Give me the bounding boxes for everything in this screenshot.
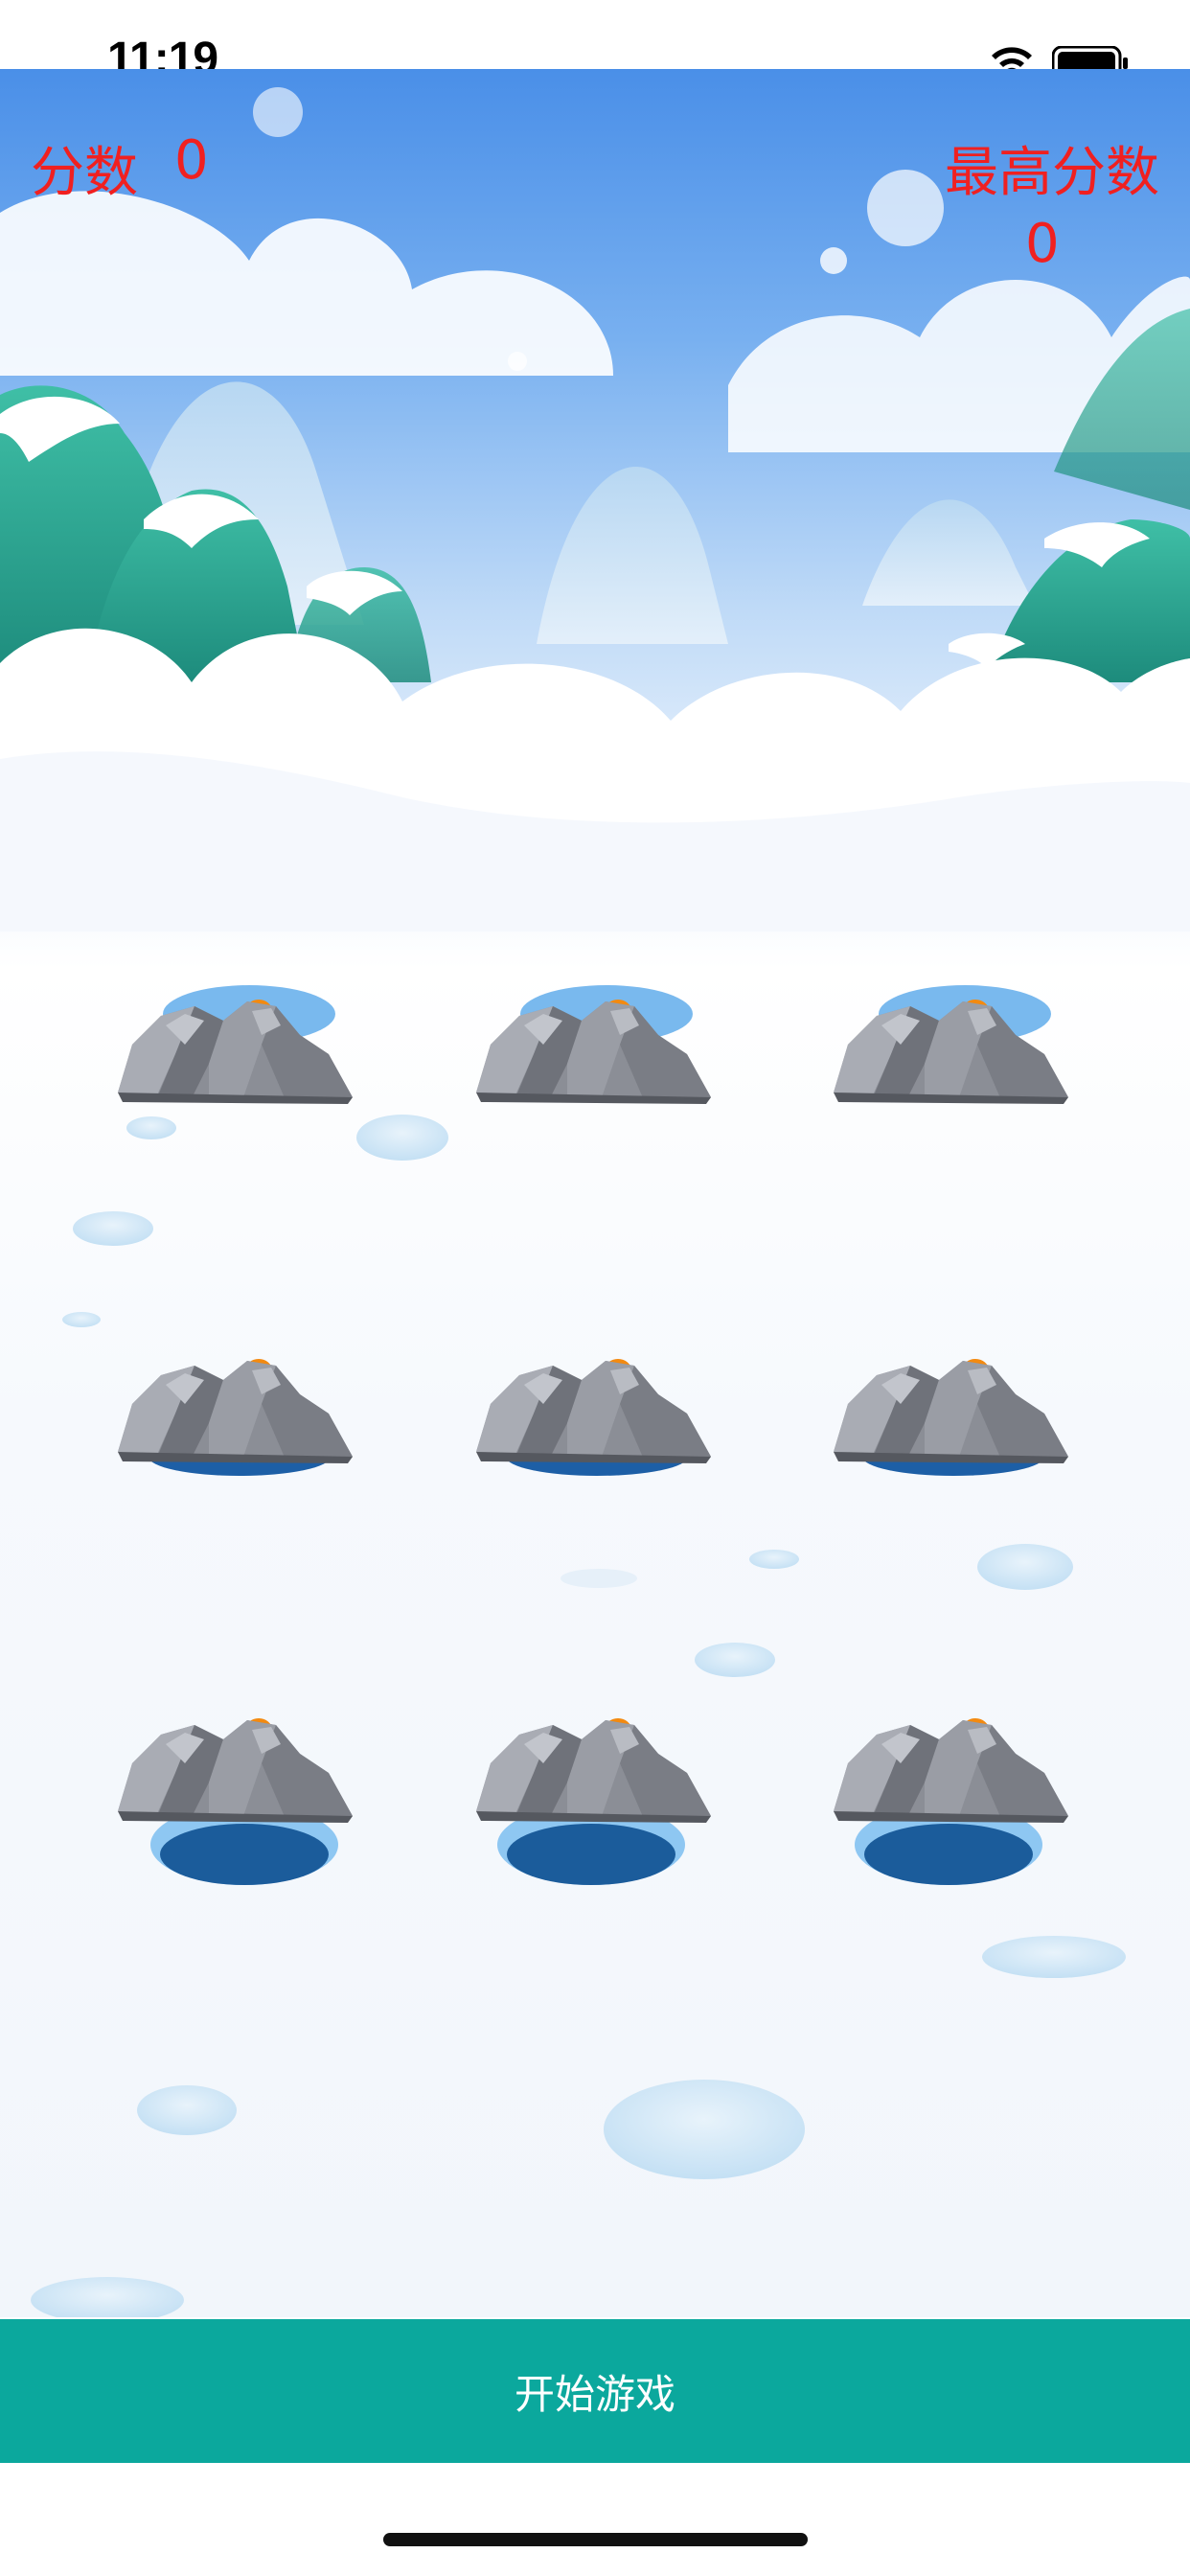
hole-1[interactable] xyxy=(118,985,353,1104)
hole-6[interactable] xyxy=(834,1359,1068,1476)
hole-8[interactable] xyxy=(476,1718,711,1885)
holes-grid xyxy=(118,985,1068,1885)
hole-4[interactable] xyxy=(118,1359,353,1476)
hole-5[interactable] xyxy=(476,1359,711,1476)
hole-9[interactable] xyxy=(834,1718,1068,1885)
hole-3[interactable] xyxy=(834,985,1068,1104)
start-game-button[interactable]: 开始游戏 xyxy=(0,2319,1190,2463)
home-indicator[interactable] xyxy=(383,2533,808,2546)
start-game-label: 开始游戏 xyxy=(514,2370,675,2418)
hole-2[interactable] xyxy=(476,985,711,1104)
hole-7[interactable] xyxy=(118,1718,353,1885)
